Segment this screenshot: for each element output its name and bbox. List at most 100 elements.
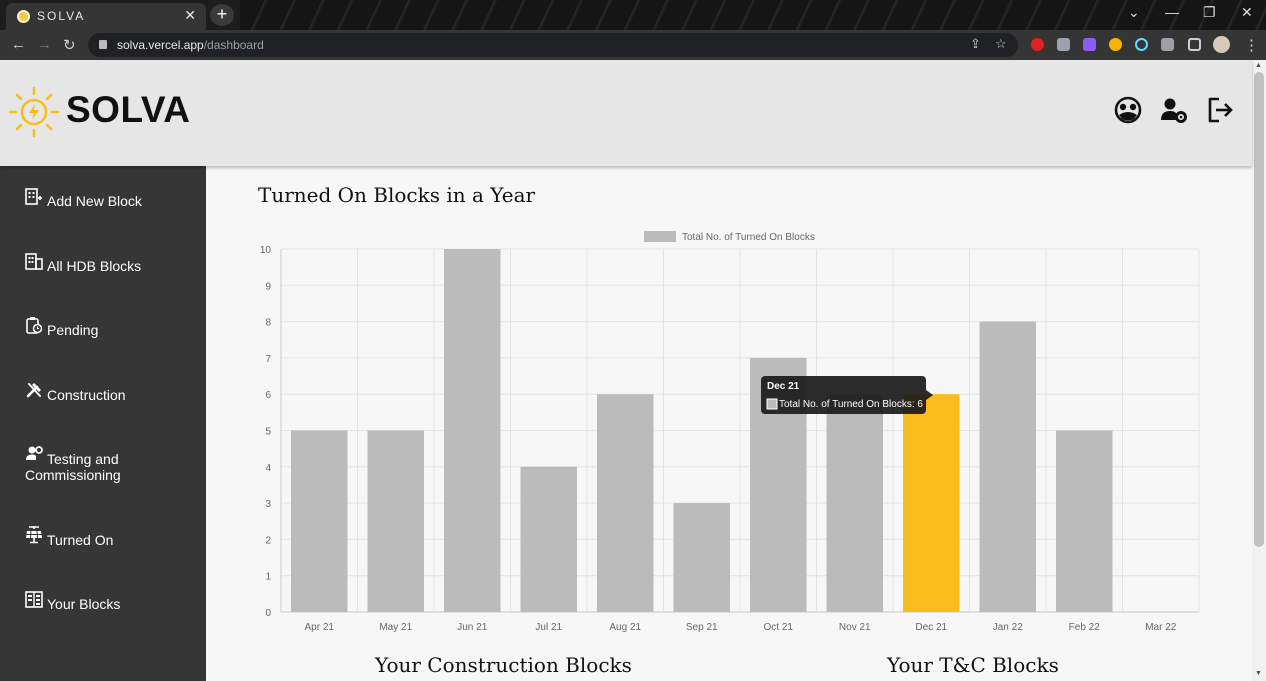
extension-gray-icon[interactable] — [1057, 38, 1070, 51]
x-tick-label: Feb 22 — [1069, 622, 1101, 633]
user-gear-icon — [26, 446, 43, 460]
scroll-up-icon[interactable]: ▲ — [1255, 62, 1262, 69]
y-tick-label: 8 — [265, 318, 271, 329]
bookmark-star-icon[interactable]: ☆ — [995, 36, 1007, 52]
sidebar-item-pending[interactable]: Pending — [25, 317, 195, 338]
sidebar: Add New Block All HDB Blocks Pending Con… — [0, 166, 206, 681]
tooltip-title: Dec 21 — [767, 381, 800, 392]
tc-blocks-heading: Your T&C Blocks — [887, 653, 1059, 677]
profile-avatar[interactable] — [1213, 36, 1230, 53]
x-tick-label: Oct 21 — [764, 622, 794, 633]
sidebar-item-add-new-block[interactable]: Add New Block — [25, 188, 195, 209]
sidebar-item-turned-on[interactable]: Turned On — [25, 526, 195, 548]
scroll-down-icon[interactable]: ▼ — [1255, 670, 1262, 677]
restore-button[interactable]: ❐ — [1203, 4, 1216, 21]
bar — [291, 430, 348, 612]
y-tick-label: 4 — [265, 463, 271, 474]
sidebar-item-label: Pending — [47, 322, 99, 338]
sidebar-item-testing-and-commissioning[interactable]: Testing and Commissioning — [25, 446, 195, 483]
bar — [1056, 430, 1113, 612]
bar — [826, 394, 883, 612]
user-settings-icon[interactable] — [1160, 96, 1188, 124]
browser-tab-strip: SOLVA ✕ + ⌄ — ❐ ✕ — [0, 0, 1266, 30]
browser-tab[interactable]: SOLVA ✕ — [6, 3, 206, 30]
legend-swatch — [644, 231, 676, 242]
building-icon — [25, 253, 43, 270]
logo-text[interactable]: SOLVA — [66, 89, 190, 131]
solar-panel-icon — [26, 526, 42, 544]
minimize-button[interactable]: — — [1165, 4, 1179, 20]
x-tick-label: Aug 21 — [609, 622, 641, 633]
sidebar-item-construction[interactable]: Construction — [25, 383, 195, 403]
y-tick-label: 1 — [265, 572, 271, 583]
analytics-icon[interactable] — [1114, 96, 1142, 124]
app-header: SOLVA — [0, 60, 1252, 166]
y-tick-label: 5 — [265, 427, 271, 438]
turned-on-blocks-bar-chart: 0 1 2 3 4 5 6 7 8 9 10 Apr 21 May 21 Jun 21 Jul 21 Aug … — [260, 231, 1200, 633]
page-scrollbar[interactable]: ▲ ▼ — [1252, 60, 1266, 681]
favicon-icon — [17, 10, 30, 23]
extension-red-icon[interactable] — [1031, 38, 1044, 51]
url-path: /dashboard — [203, 38, 264, 52]
list-building-icon — [25, 591, 43, 608]
logout-icon[interactable] — [1207, 96, 1235, 124]
x-tick-label: Apr 21 — [305, 622, 335, 633]
building-add-icon — [25, 188, 42, 205]
bar — [520, 466, 577, 612]
tab-search-icon[interactable]: ⌄ — [1128, 4, 1140, 21]
x-tick-label: Sep 21 — [686, 622, 718, 633]
y-tick-label: 10 — [260, 245, 272, 256]
tooltip-swatch — [766, 398, 778, 410]
clipboard-clock-icon — [26, 317, 43, 334]
x-tick-label: Jan 22 — [993, 622, 1023, 633]
sun-logo-icon — [8, 86, 60, 138]
tab-title: SOLVA — [37, 9, 86, 23]
react-devtools-icon[interactable] — [1135, 38, 1148, 51]
construction-blocks-heading: Your Construction Blocks — [375, 653, 632, 677]
tab-strip-background — [240, 0, 1266, 30]
back-icon[interactable]: ← — [11, 36, 26, 53]
bar — [597, 394, 654, 612]
address-bar[interactable]: solva.vercel.app/dashboard ⇪ ☆ — [88, 33, 1018, 57]
y-tick-label: 6 — [265, 390, 271, 401]
close-window-button[interactable]: ✕ — [1241, 4, 1253, 21]
sidebar-item-label: Your Blocks — [47, 596, 121, 612]
sidebar-item-label: Turned On — [47, 532, 114, 548]
x-tick-label: Mar 22 — [1145, 622, 1177, 633]
forward-icon[interactable]: → — [37, 36, 52, 53]
x-tick-label: May 21 — [379, 622, 412, 633]
y-tick-label: 3 — [265, 499, 271, 510]
bar — [673, 503, 730, 612]
browser-menu-icon[interactable]: ⋮ — [1244, 36, 1259, 54]
y-tick-label: 0 — [265, 608, 271, 619]
sidebar-item-label: Construction — [47, 387, 126, 403]
bar — [903, 394, 960, 612]
page-title: Turned On Blocks in a Year — [258, 183, 536, 207]
url-host: solva.vercel.app — [117, 38, 204, 52]
sidebar-item-label: All HDB Blocks — [47, 258, 142, 274]
reload-icon[interactable]: ↻ — [63, 36, 76, 54]
legend-label: Total No. of Turned On Blocks — [682, 232, 815, 243]
side-panel-icon[interactable] — [1188, 38, 1201, 51]
sidebar-item-all-hdb-blocks[interactable]: All HDB Blocks — [25, 253, 195, 274]
scrollbar-thumb[interactable] — [1254, 72, 1264, 547]
y-tick-label: 9 — [265, 281, 271, 292]
extension-yellow-icon[interactable] — [1109, 38, 1122, 51]
y-tick-label: 7 — [265, 354, 271, 365]
sidebar-item-your-blocks[interactable]: Your Blocks — [25, 591, 195, 612]
bar — [444, 249, 501, 612]
extension-purple-icon[interactable] — [1083, 38, 1096, 51]
url-text: solva.vercel.app/dashboard — [117, 38, 264, 52]
x-tick-label: Dec 21 — [915, 622, 947, 633]
bar — [367, 430, 424, 612]
new-tab-button[interactable]: + — [210, 4, 234, 26]
tab-close-icon[interactable]: ✕ — [184, 7, 196, 24]
bar — [979, 321, 1036, 612]
x-tick-label: Nov 21 — [839, 622, 871, 633]
browser-toolbar: ← → ↻ solva.vercel.app/dashboard ⇪ ☆ ⋮ — [0, 30, 1266, 60]
y-tick-label: 2 — [265, 535, 271, 546]
share-icon[interactable]: ⇪ — [970, 36, 981, 52]
lock-icon — [99, 40, 107, 49]
tools-icon — [26, 383, 41, 398]
extensions-puzzle-icon[interactable] — [1161, 38, 1174, 51]
